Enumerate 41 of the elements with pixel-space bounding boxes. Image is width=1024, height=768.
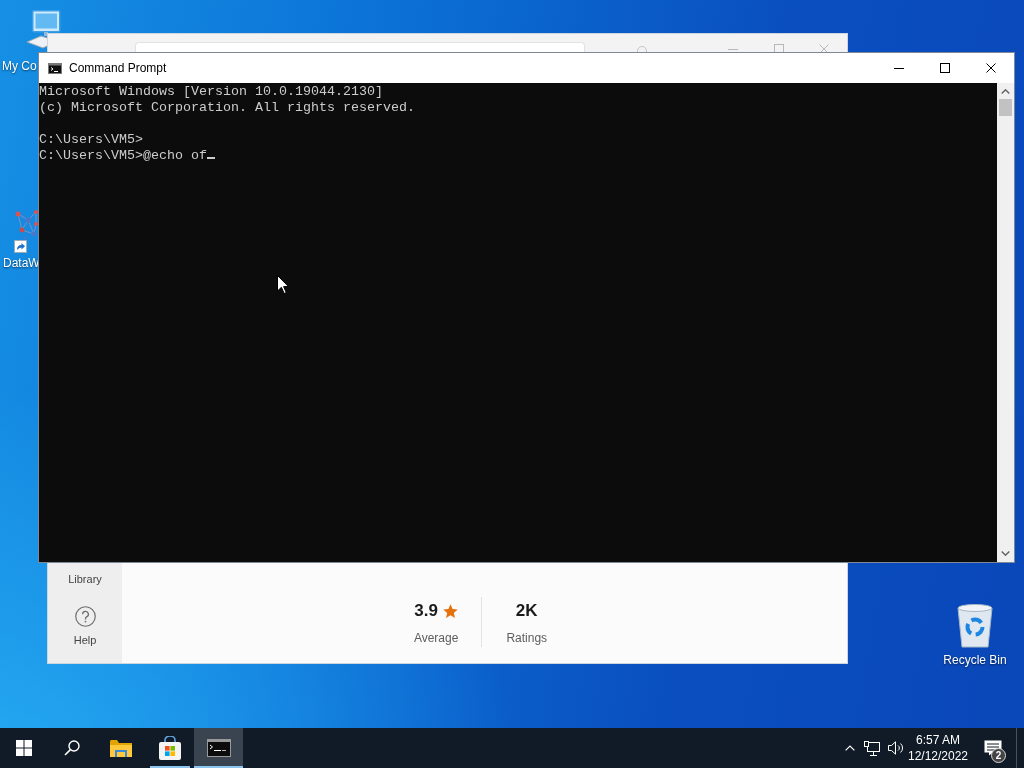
console-line: Microsoft Windows [Version 10.0.19044.2130] [39,84,383,99]
terminal-icon [48,62,62,74]
scroll-up-icon[interactable] [1001,89,1010,94]
minimize-icon[interactable] [894,67,904,69]
text-cursor-icon [206,157,215,159]
network-icon[interactable] [864,740,880,756]
search-field[interactable] [135,42,585,53]
desktop-icon-label[interactable]: Recycle Bin [943,653,1007,667]
graph-shortcut-icon[interactable] [14,208,38,254]
taskbar-app-button[interactable] [194,728,243,768]
window-title: Command Prompt [69,61,167,75]
clock-date[interactable]: 12/12/2022 [907,748,969,764]
console-output[interactable]: Microsoft Windows [Version 10.0.19044.2130] (c) Microsoft Corporation. All rights reserved. C:\Users\VM5> C:\Users\VM5>@echo of [39,83,997,562]
scroll-down-icon[interactable] [1001,551,1010,556]
desktop-icon-label[interactable]: My Co [2,59,37,73]
sidebar-item[interactable]: Help [73,606,97,647]
star-icon [442,603,458,619]
sidebar-item[interactable]: Library [68,572,102,586]
terminal-icon[interactable] [206,739,231,757]
close-icon[interactable] [986,63,996,73]
console-line: (c) Microsoft Corporation. All rights reserved. [39,100,415,115]
desktop-icon-label[interactable]: DataW [3,256,40,270]
search-icon[interactable] [64,740,80,756]
console-line: C:\Users\VM5> [39,132,143,147]
console-line: C:\Users\VM5>@echo of [39,148,207,163]
volume-icon[interactable] [888,741,904,755]
ratings-count: 2K [515,600,538,622]
shopping-bag-icon[interactable] [158,736,181,760]
notification-badge: 2 [991,748,1006,763]
folder-icon[interactable] [109,739,132,757]
maximize-icon[interactable] [940,63,950,73]
chevron-up-icon[interactable] [845,745,855,751]
recycle-bin-icon[interactable] [955,602,995,648]
mouse-pointer-icon [277,275,289,294]
average-label: Average [413,631,459,645]
average-rating: 3.9 [414,600,438,622]
scrollbar-thumb[interactable] [999,99,1012,116]
clock-time[interactable]: 6:57 AM [916,732,960,748]
ratings-label: Ratings [506,631,548,645]
scrollbar[interactable] [997,83,1014,562]
help-icon [74,606,96,627]
